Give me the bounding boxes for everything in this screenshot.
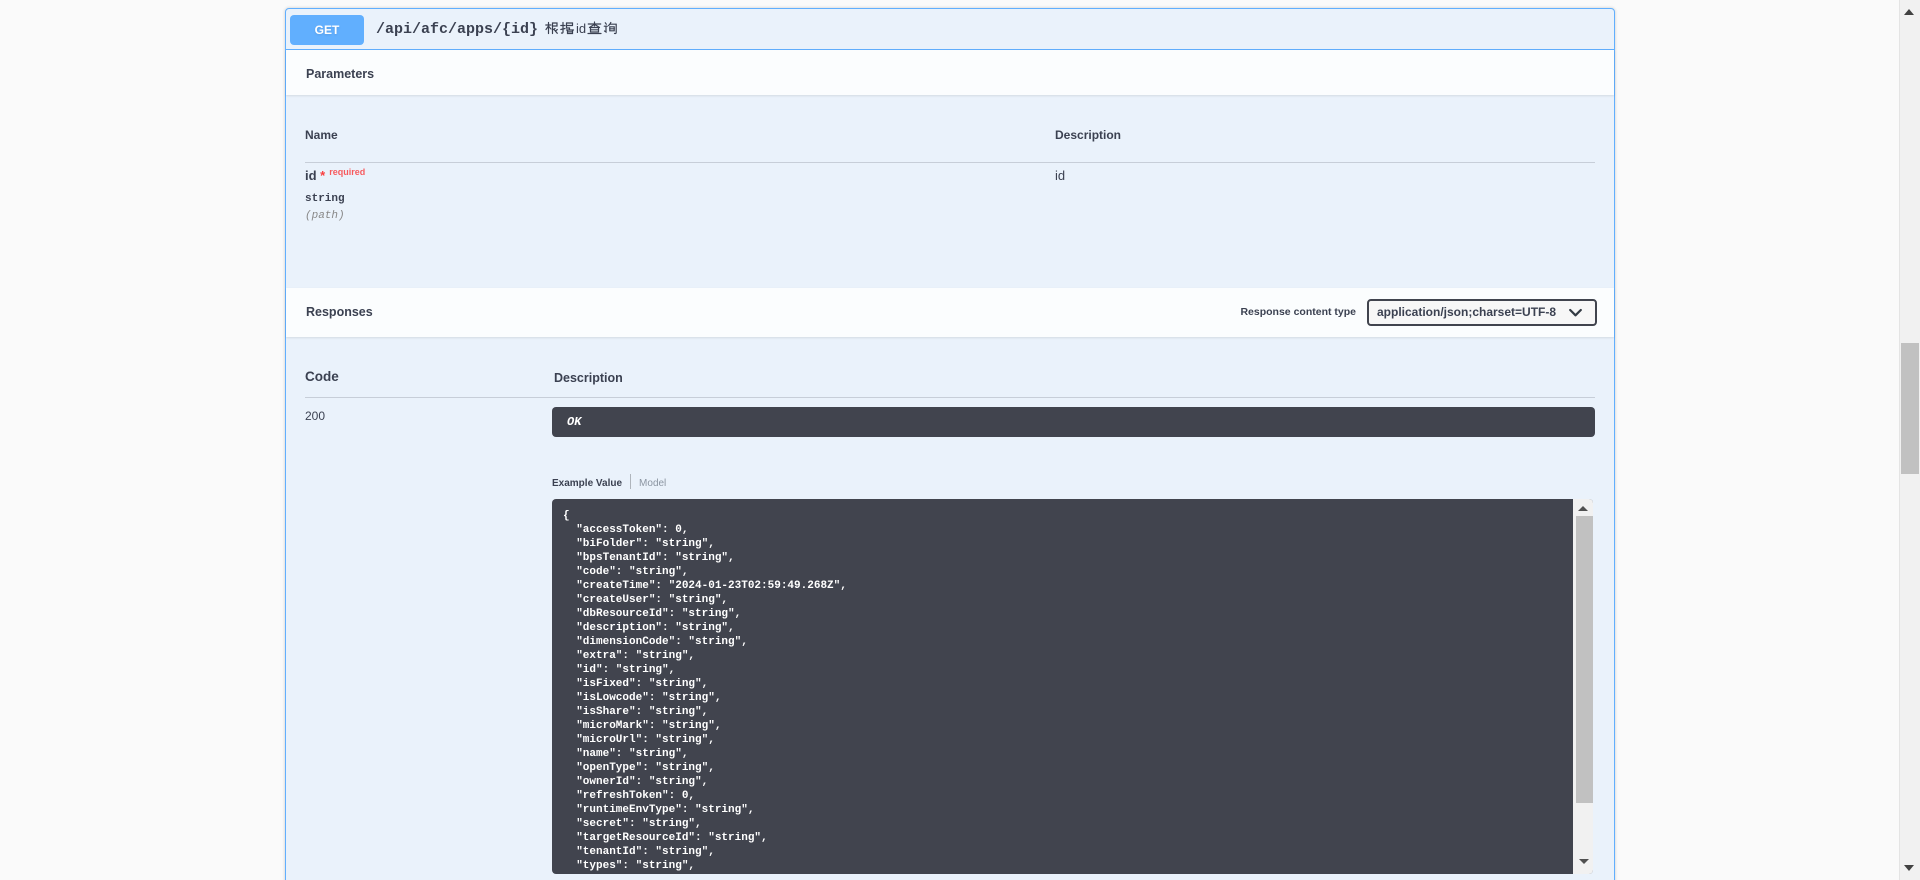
svg-text:id: id (576, 21, 586, 36)
